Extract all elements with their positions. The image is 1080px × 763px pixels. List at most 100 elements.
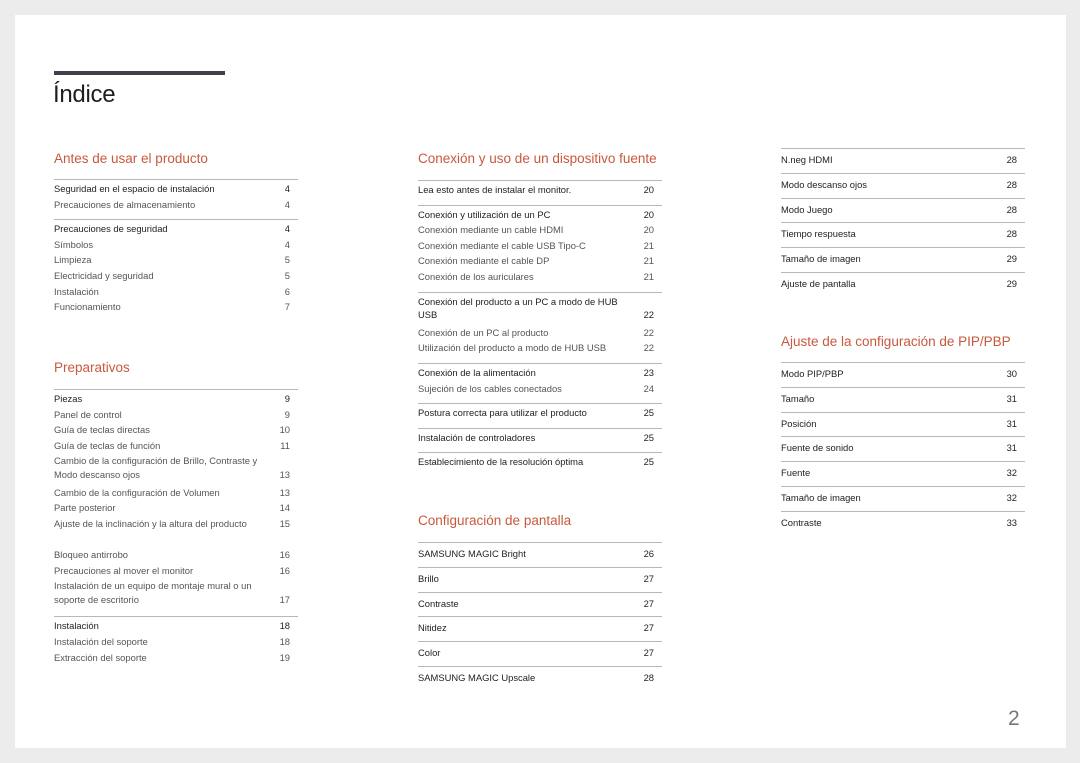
toc-subentry[interactable]: Funcionamiento 7 — [54, 300, 298, 314]
toc-entry-page: 13 — [279, 486, 290, 498]
toc-entry-label: Utilización del producto a modo de HUB U… — [418, 342, 607, 354]
section-title[interactable]: Preparativos — [54, 360, 130, 375]
toc-entry[interactable]: Instalación de controladores 25 — [418, 431, 662, 445]
toc-entry-label: SAMSUNG MAGIC Upscale — [418, 672, 536, 683]
toc-subentry[interactable]: Conexión mediante el cable DP 21 — [418, 254, 662, 268]
toc-entry-label: Instalación de controladores — [418, 431, 536, 443]
toc-entry-page: 15 — [279, 517, 290, 529]
section-title[interactable]: Ajuste de la configuración de PIP/PBP — [781, 334, 1011, 349]
toc-subentry[interactable]: Electricidad y seguridad 5 — [54, 269, 298, 283]
toc-entry-label: Conexión y utilización de un PC — [418, 208, 551, 220]
toc-entry[interactable]: Fuente 32 — [781, 466, 1025, 480]
toc-entry-page: 24 — [643, 382, 654, 394]
toc-entry[interactable]: Tiempo respuesta 28 — [781, 227, 1025, 241]
toc-entry-label: Fuente — [781, 467, 811, 479]
section-divider — [418, 566, 662, 568]
toc-entry-label: Conexión de un PC al producto — [418, 326, 549, 338]
toc-entry-page: 22 — [643, 342, 654, 354]
toc-subentry[interactable]: Conexión mediante un cable HDMI 20 — [418, 223, 662, 237]
toc-subentry[interactable]: Precauciones de almacenamiento 4 — [54, 198, 298, 212]
toc-entry[interactable]: Establecimiento de la resolución óptima 2… — [418, 455, 662, 469]
toc-entry[interactable]: Instalación 18 — [54, 619, 298, 633]
toc-entry[interactable]: Tamaño de imagen 29 — [781, 252, 1025, 266]
toc-entry[interactable]: Nitidez 27 — [418, 621, 662, 635]
toc-entry[interactable]: SAMSUNG MAGIC Upscale 28 — [418, 671, 662, 685]
toc-entry[interactable]: Posición 31 — [781, 417, 1025, 431]
toc-entry-page: 5 — [284, 254, 290, 266]
toc-subentry[interactable]: Utilización del producto a modo de HUB U… — [418, 341, 662, 355]
toc-subentry[interactable]: Cambio de la configuración de Volumen 13 — [54, 486, 298, 500]
toc-entry[interactable]: Ajuste de pantalla 29 — [781, 277, 1025, 291]
toc-entry-page: 25 — [643, 407, 654, 419]
toc-subentry[interactable]: Conexión mediante el cable USB Tipo-C 21 — [418, 239, 662, 253]
toc-subentry[interactable]: Bloqueo antirrobo 16 — [54, 548, 298, 562]
toc-subentry[interactable]: Símbolos 4 — [54, 238, 298, 252]
toc-subentry[interactable]: Conexión de un PC al producto 22 — [418, 326, 662, 340]
toc-entry-page: 22 — [643, 309, 654, 321]
toc-entry-label: Electricidad y seguridad — [54, 270, 154, 281]
toc-entry[interactable]: Modo descanso ojos 28 — [781, 178, 1025, 192]
toc-entry-page: 25 — [643, 456, 654, 468]
toc-entry[interactable]: Color 27 — [418, 646, 662, 660]
toc-entry-page: 28 — [1006, 203, 1017, 215]
toc-entry[interactable]: Precauciones de seguridad 4 — [54, 222, 298, 236]
toc-subentry[interactable]: Guía de teclas directas 10 — [54, 423, 298, 437]
toc-entry-page: 18 — [279, 620, 290, 632]
toc-entry[interactable]: Conexión del producto a un PC a modo de … — [418, 295, 662, 322]
toc-subentry[interactable]: Conexión de los auriculares 21 — [418, 270, 662, 284]
toc-entry-page: 11 — [280, 439, 290, 451]
toc-entry[interactable]: Modo PIP/PBP 30 — [781, 367, 1025, 381]
toc-entry[interactable]: Conexión y utilización de un PC 20 — [418, 208, 662, 222]
toc-subentry[interactable]: Parte posterior 14 — [54, 501, 298, 515]
toc-entry[interactable]: Tamaño 31 — [781, 392, 1025, 406]
toc-entry-page: 17 — [279, 593, 290, 605]
toc-entry[interactable]: Fuente de sonido 31 — [781, 441, 1025, 455]
toc-entry[interactable]: Contraste 33 — [781, 516, 1025, 530]
toc-subentry[interactable]: Instalación de un equipo de montaje mura… — [54, 579, 298, 606]
toc-subentry[interactable]: Instalación 6 — [54, 285, 298, 299]
toc-entry[interactable]: Tamaño de imagen 32 — [781, 491, 1025, 505]
toc-entry[interactable]: Piezas 9 — [54, 392, 298, 406]
toc-entry-page: 28 — [1006, 154, 1017, 165]
toc-subentry[interactable]: Panel de control 9 — [54, 408, 298, 422]
toc-entry[interactable]: Conexión de la alimentación 23 — [418, 366, 662, 380]
toc-entry[interactable]: Modo Juego 28 — [781, 203, 1025, 217]
toc-entry-page: 20 — [643, 224, 654, 236]
section-divider — [781, 172, 1025, 174]
toc-entry-page: 20 — [643, 208, 654, 220]
section-title[interactable]: Conexión y uso de un dispositivo fuente — [418, 151, 657, 166]
toc-entry[interactable]: Contraste 27 — [418, 597, 662, 611]
toc-entry[interactable]: Lea esto antes de instalar el monitor. 20 — [418, 183, 662, 197]
toc-entry[interactable]: SAMSUNG MAGIC Bright 26 — [418, 547, 662, 561]
toc-subentry[interactable]: Sujeción de los cables conectados 24 — [418, 382, 662, 396]
toc-entry-page: 20 — [643, 184, 654, 195]
toc-entry-page: 10 — [279, 424, 290, 436]
toc-entry-label: Establecimiento de la resolución óptima — [418, 456, 584, 468]
toc-entry-label: Contraste — [781, 516, 822, 528]
section-title[interactable]: Configuración de pantalla — [418, 513, 571, 528]
toc-entry[interactable]: Postura correcta para utilizar el produc… — [418, 406, 662, 420]
section-divider — [54, 219, 298, 221]
toc-entry-label: Símbolos — [54, 238, 94, 250]
toc-entry[interactable]: Brillo 27 — [418, 572, 662, 586]
toc-entry[interactable]: Seguridad en el espacio de instalación 4 — [54, 182, 298, 196]
toc-entry-page: 6 — [284, 285, 290, 297]
section-divider — [781, 197, 1025, 199]
toc-entry-page: 4 — [284, 223, 290, 235]
page-title: Índice — [53, 81, 116, 108]
toc-subentry[interactable]: Extracción del soporte 19 — [54, 651, 298, 665]
toc-entry-label: Panel de control — [54, 408, 122, 420]
toc-entry-page: 27 — [643, 622, 654, 634]
toc-subentry[interactable]: Limpieza 5 — [54, 253, 298, 267]
toc-subentry[interactable]: Precauciones al mover el monitor 16 — [54, 564, 298, 578]
toc-entry-label: Modo PIP/PBP — [781, 368, 844, 379]
toc-subentry[interactable]: Ajuste de la inclinación y la altura del… — [54, 517, 298, 531]
toc-entry-label: Instalación — [54, 285, 99, 297]
toc-entry-label: Precauciones de seguridad — [54, 223, 168, 235]
toc-subentry[interactable]: Guía de teclas de función 11 — [54, 439, 298, 453]
section-title[interactable]: Antes de usar el producto — [54, 151, 208, 166]
toc-subentry[interactable]: Instalación del soporte 18 — [54, 635, 298, 649]
toc-entry[interactable]: N.neg HDMI 28 — [781, 153, 1025, 167]
section-divider — [781, 222, 1025, 224]
toc-subentry[interactable]: Cambio de la configuración de Brillo, Co… — [54, 454, 298, 481]
